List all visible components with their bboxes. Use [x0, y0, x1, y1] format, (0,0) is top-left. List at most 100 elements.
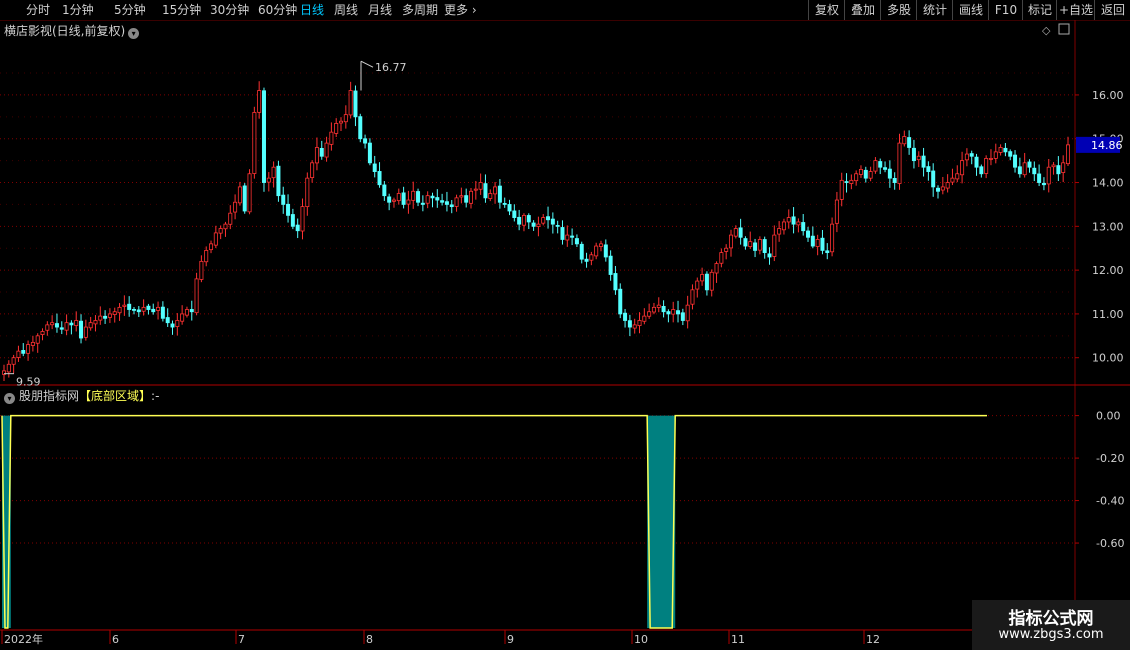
candle-body: [627, 320, 632, 328]
candle-body: [430, 195, 435, 199]
candle-body: [16, 350, 21, 358]
candle-body: [257, 90, 262, 113]
candle-body: [911, 147, 916, 162]
candle-body: [748, 241, 753, 247]
candle-body: [435, 197, 440, 201]
candle-body: [464, 195, 469, 203]
candle-body: [459, 195, 464, 198]
chevron-down-icon[interactable]: ▾: [128, 28, 140, 39]
price-tick-label: 16.00: [1092, 89, 1124, 102]
xaxis-label: 9: [507, 633, 514, 646]
candle-body: [127, 303, 132, 310]
candle-body: [916, 155, 921, 161]
candle-body: [945, 182, 950, 189]
candle-body: [281, 194, 286, 205]
candle-body: [194, 278, 199, 314]
high-pointer: [360, 60, 374, 68]
candle-body: [40, 331, 45, 335]
candle-body: [377, 171, 382, 186]
candle-body: [700, 274, 705, 282]
indicator-tick-label: 0.00: [1096, 410, 1121, 423]
candle-body: [363, 138, 368, 144]
candle-body: [30, 341, 35, 346]
candle-body: [136, 309, 141, 313]
candle-body: [863, 169, 868, 179]
candle-body: [228, 212, 233, 225]
candle-body: [608, 255, 613, 275]
candle-body: [107, 313, 112, 318]
candle-body: [343, 114, 348, 123]
candle-body: [175, 320, 180, 327]
candle-body: [300, 206, 305, 232]
candle-body: [1066, 144, 1071, 165]
candle-body: [512, 210, 517, 218]
candle-body: [969, 153, 974, 157]
diamond-icon: ◇: [1042, 24, 1051, 37]
candle-body: [247, 173, 252, 213]
candle-body: [88, 322, 93, 329]
candle-body: [950, 177, 955, 183]
candle-body: [1056, 165, 1061, 175]
candle-body: [295, 224, 300, 232]
candle-body: [290, 214, 295, 227]
candle-body: [180, 313, 185, 322]
candle-body: [497, 185, 502, 203]
candle-body: [411, 190, 416, 201]
candle-body: [786, 217, 791, 223]
candle-body: [79, 320, 84, 339]
indicator-value: :-: [151, 389, 160, 403]
candle-body: [526, 215, 531, 223]
candle-body: [276, 165, 281, 197]
candle-body: [570, 235, 575, 238]
candle-body: [849, 179, 854, 184]
candle-body: [237, 186, 242, 204]
candle-body: [1022, 162, 1027, 176]
candle-body: [796, 221, 801, 226]
candle-body: [671, 309, 676, 315]
candle-body: [271, 166, 276, 179]
candle-body: [305, 177, 310, 208]
candle-body: [815, 239, 820, 247]
candle-body: [425, 195, 430, 204]
candle-body: [93, 320, 98, 325]
candle-body: [541, 217, 546, 224]
xaxis-label: 12: [866, 633, 880, 646]
candle-body: [661, 306, 666, 313]
candle-body: [998, 147, 1003, 153]
candle-body: [488, 193, 493, 199]
price-tick-label: 12.00: [1092, 264, 1124, 277]
candle-body: [6, 363, 11, 373]
candle-body: [709, 271, 714, 291]
candle-body: [757, 239, 762, 251]
candle-body: [372, 163, 377, 172]
candle-body: [493, 186, 498, 195]
watermark: 指标公式网 www.zbgs3.com: [972, 600, 1130, 650]
candle-body: [598, 243, 603, 247]
candle-body: [878, 161, 883, 168]
candle-body: [762, 239, 767, 254]
candle-body: [738, 227, 743, 238]
candle-body: [883, 167, 888, 170]
candle-body: [391, 199, 396, 202]
candle-body: [1032, 167, 1037, 175]
candle-body: [122, 304, 127, 307]
candle-body: [444, 201, 449, 205]
candle-body: [680, 312, 685, 321]
candle-body: [141, 306, 146, 312]
candle-body: [449, 204, 454, 208]
candle-body: [64, 322, 69, 331]
candle-body: [940, 186, 945, 191]
candle-body: [584, 258, 589, 262]
price-tick-label: 13.00: [1092, 220, 1124, 233]
candle-body: [907, 137, 912, 148]
candle-body: [45, 324, 50, 331]
indicator-tick-label: -0.20: [1096, 452, 1124, 465]
candle-body: [728, 234, 733, 249]
candle-body: [266, 177, 271, 183]
bottom-zone-line: [1, 414, 987, 629]
candle-body: [892, 178, 897, 183]
chevron-down-icon[interactable]: ▾: [4, 393, 15, 404]
candle-body: [546, 216, 551, 221]
candle-body: [887, 168, 892, 179]
candle-body: [791, 216, 796, 225]
